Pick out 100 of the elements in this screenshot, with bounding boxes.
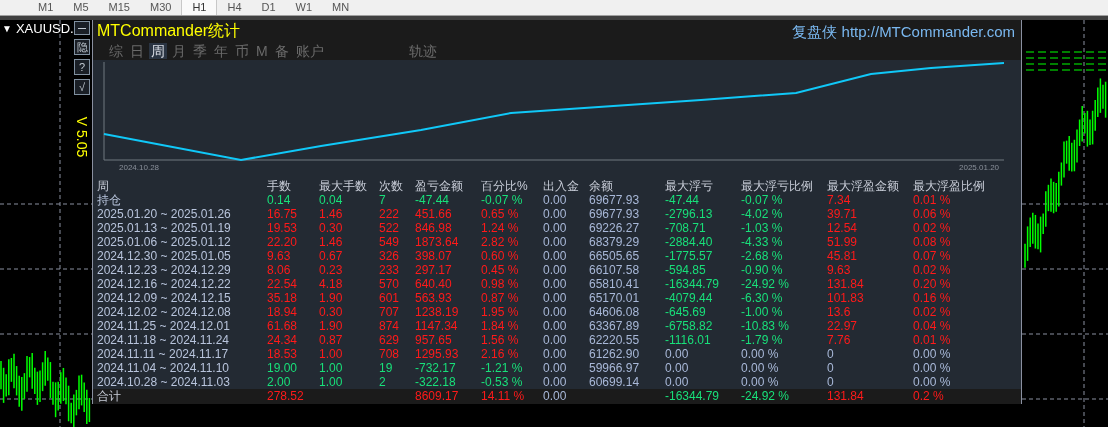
table-cell-text: 0.06 %	[913, 207, 952, 221]
table-cell-text: -0.07 %	[741, 193, 784, 207]
table-cell-text: 1873.64	[415, 235, 460, 249]
table-cell-text: 233	[379, 263, 401, 277]
table-cell-text: 19.00	[267, 361, 299, 375]
table-cell-text: -4079.44	[665, 291, 714, 305]
table-cell-text: 707	[379, 305, 401, 319]
table-cell-text: 0.08 %	[913, 235, 952, 249]
table-cell-text: 2	[379, 375, 387, 389]
table-cell-text: 22.20	[267, 235, 299, 249]
table-cell-text: 0.00	[543, 361, 568, 375]
table-cell-text: -10.83 %	[741, 319, 791, 333]
table-cell-text: -1.00 %	[741, 305, 784, 319]
table-cell-text: 8.06	[267, 263, 292, 277]
table-cell-text: 0.00	[543, 263, 568, 277]
table-cell-text: 0	[827, 361, 835, 375]
table-cell-text: 16.75	[267, 207, 299, 221]
timeframe-button[interactable]: D1	[251, 0, 286, 15]
side-button[interactable]: 隐	[74, 39, 90, 55]
table-cell-text: 1.95 %	[481, 305, 520, 319]
table-cell-text: -4.02 %	[741, 207, 784, 221]
table-cell-text: -594.85	[665, 263, 707, 277]
table-cell-text: 61262.90	[589, 347, 641, 361]
website-link[interactable]: 复盘侠 http://MTCommander.com	[792, 23, 1015, 39]
table-cell-text: 14.11 %	[481, 389, 526, 404]
table-cell-text: 69677.93	[589, 193, 641, 207]
table-cell-text: 7.76	[827, 333, 852, 347]
table-cell-text: 69226.27	[589, 221, 641, 235]
side-button[interactable]: ?	[74, 59, 90, 75]
table-cell-text: 0.14	[267, 193, 292, 207]
timeframe-button[interactable]: M30	[139, 0, 182, 15]
collapse-icon[interactable]: ▼	[2, 23, 12, 34]
table-cell-text: 1.90	[319, 291, 344, 305]
timeframe-button[interactable]: MN	[322, 0, 360, 15]
table-cell-text: 522	[379, 221, 401, 235]
timeframe-button[interactable]: M1	[28, 0, 64, 15]
table-cell-text: 66505.65	[589, 249, 641, 263]
table-cell-text: 合计	[97, 389, 122, 404]
table-cell-text: 570	[379, 277, 401, 291]
timeframe-button[interactable]: M5	[63, 0, 99, 15]
table-cell-text: 297.17	[415, 263, 453, 277]
table-cell-text: 2024.12.23 ~ 2024.12.29	[97, 263, 232, 277]
table-cell-text: 0.98 %	[481, 277, 520, 291]
table-cell-text: 549	[379, 235, 401, 249]
table-cell-text: 0.67	[319, 249, 344, 263]
table-cell-text: 874	[379, 319, 401, 333]
table-cell-text: 708	[379, 347, 401, 361]
table-cell-text: 0.02 %	[913, 263, 952, 277]
table-cell-text: 278.52	[267, 389, 305, 404]
panel-tab[interactable]: 周	[149, 43, 167, 59]
timeframe-button[interactable]: M15	[98, 0, 140, 15]
axis-label: 2024.10.28	[119, 164, 160, 172]
timeframe-button[interactable]: H1	[181, 0, 218, 15]
table-cell-text: 69677.93	[589, 207, 641, 221]
table-cell-text: 60699.14	[589, 375, 641, 389]
side-button[interactable]: √	[74, 79, 90, 95]
table-cell-text: 0.00 %	[913, 361, 952, 375]
table-cell-text: 2.00	[267, 375, 292, 389]
table-cell-text: 8609.17	[415, 389, 460, 404]
minimize-icon[interactable]	[74, 21, 90, 35]
table-cell-text: 0.00	[665, 347, 690, 361]
table-cell-text: -1.79 %	[741, 333, 784, 347]
table-cell-text: 0.07 %	[913, 249, 952, 263]
table-cell-text: 22.97	[827, 319, 859, 333]
table-cell-text: 222	[379, 207, 401, 221]
timeframe-button[interactable]: H4	[217, 0, 252, 15]
table-cell-text: 39.71	[827, 207, 859, 221]
table-cell-text: 0.01 %	[913, 333, 952, 347]
table-cell-text: 2024.12.16 ~ 2024.12.22	[97, 277, 232, 291]
table-cell-text: 4.18	[319, 277, 344, 291]
table-cell-text: 0.02 %	[913, 221, 952, 235]
table-cell-text: 1.00	[319, 347, 344, 361]
table-cell-text: 62220.55	[589, 333, 641, 347]
table-cell-text: -1.03 %	[741, 221, 784, 235]
version-label: V 5.05	[75, 116, 90, 158]
table-cell-text: 601	[379, 291, 401, 305]
table-cell-text: 63367.89	[589, 319, 641, 333]
table-cell-text: 9.63	[267, 249, 292, 263]
table-cell-text: 1.00	[319, 375, 344, 389]
table-cell-text: 35.18	[267, 291, 299, 305]
table-cell-text: -2.68 %	[741, 249, 784, 263]
column-header: 盈亏金额	[415, 179, 464, 193]
table-cell-text: 13.6	[827, 305, 852, 319]
table-cell-text: 0.00 %	[913, 347, 952, 361]
table-cell-text: -1116.01	[665, 333, 712, 347]
table-cell-text: 0.00	[543, 291, 568, 305]
table-cell-text: 1.56 %	[481, 333, 520, 347]
table-cell-text: 2024.11.25 ~ 2024.12.01	[97, 319, 231, 333]
table-cell-text: 1.46	[319, 235, 344, 249]
column-header: 周	[97, 179, 110, 193]
table-cell-text: -47.44	[665, 193, 701, 207]
table-cell-text: 51.99	[827, 235, 859, 249]
table-cell-text: -645.69	[665, 305, 707, 319]
table-cell-text: 2024.11.18 ~ 2024.11.24	[97, 333, 230, 347]
timeframe-button[interactable]: W1	[285, 0, 323, 15]
table-cell-text: -0.53 %	[481, 375, 524, 389]
table-cell-text: 0.20 %	[913, 277, 952, 291]
table-cell-text: 398.07	[415, 249, 453, 263]
table-cell-text: 0.23	[319, 263, 344, 277]
table-cell-text: 0.30	[319, 305, 344, 319]
